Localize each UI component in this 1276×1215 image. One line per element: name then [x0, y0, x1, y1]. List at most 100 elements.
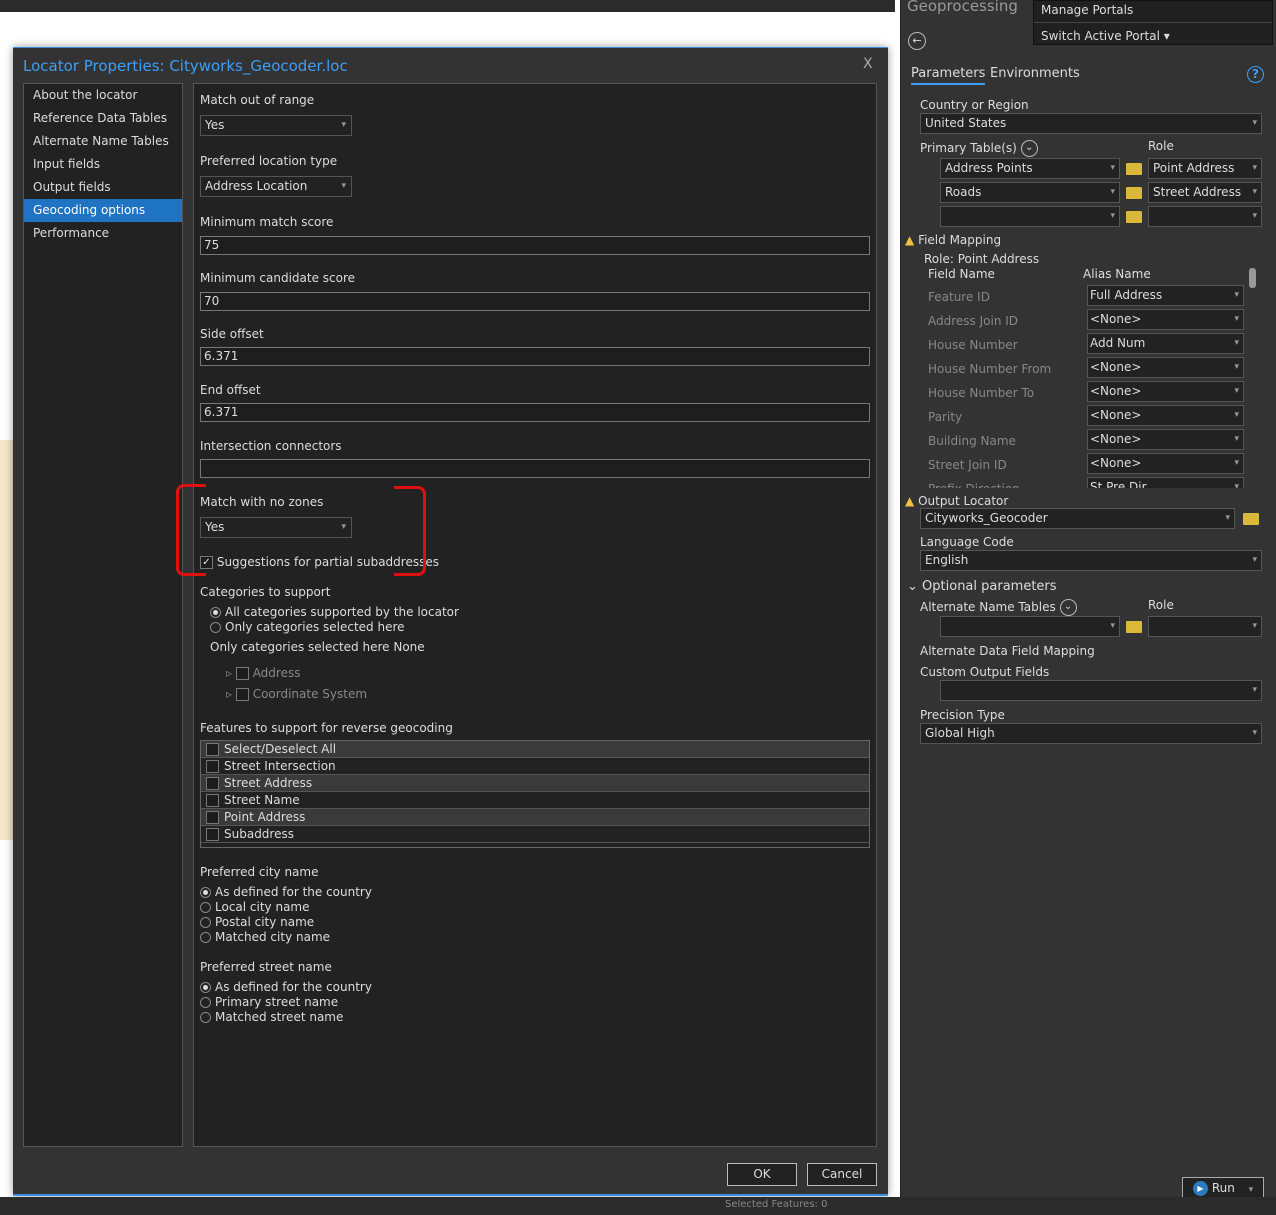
checkbox[interactable] [206, 794, 219, 807]
primary-role-select[interactable] [1148, 206, 1262, 227]
primary-role-select[interactable]: Street Address [1148, 182, 1262, 203]
back-arrow-icon[interactable]: ← [908, 32, 926, 50]
reverse-geocoding-label: Features to support for reverse geocodin… [200, 721, 453, 735]
radio[interactable] [200, 982, 211, 993]
primary-table-select[interactable]: Address Points [940, 158, 1120, 179]
preferred-location-type-select[interactable]: Address Location [200, 176, 352, 197]
radio[interactable] [200, 917, 211, 928]
checkbox[interactable] [206, 760, 219, 773]
fm-field-name: House Number From [928, 362, 1052, 376]
tab-environments[interactable]: Environments [990, 66, 1080, 81]
folder-icon[interactable] [1126, 187, 1142, 199]
nav-performance[interactable]: Performance [24, 222, 182, 245]
fm-alias-select[interactable]: <None> [1087, 429, 1244, 450]
reverse-item[interactable]: Street Address [201, 775, 869, 792]
radio[interactable] [200, 887, 211, 898]
output-locator-input[interactable]: Cityworks_Geocoder [920, 508, 1235, 529]
cancel-button[interactable]: Cancel [807, 1163, 877, 1186]
reverse-item[interactable]: Subaddress [201, 826, 869, 843]
reverse-item[interactable]: Point Address [201, 809, 869, 826]
tree-item-coordinate-system[interactable]: ▹ Coordinate System [226, 687, 367, 701]
primary-role-select[interactable]: Point Address [1148, 158, 1262, 179]
min-match-score-input[interactable]: 75 [200, 236, 870, 255]
street_name-option[interactable]: As defined for the country [200, 980, 372, 995]
nav-geocoding-options[interactable]: Geocoding options [24, 199, 182, 222]
nav-about[interactable]: About the locator [24, 84, 182, 107]
match-out-of-range-select[interactable]: Yes [200, 115, 352, 136]
folder-icon[interactable] [1126, 163, 1142, 175]
chevron-down-icon[interactable]: ⌄ [1059, 599, 1077, 616]
checkbox[interactable] [206, 777, 219, 790]
radio[interactable] [200, 1012, 211, 1023]
nav-input-fields[interactable]: Input fields [24, 153, 182, 176]
close-button[interactable]: X [863, 56, 873, 72]
city_name-option[interactable]: Matched city name [200, 930, 372, 945]
tab-parameters[interactable]: Parameters [911, 66, 986, 85]
end-offset-input[interactable]: 6.371 [200, 403, 870, 422]
field-mapping-scrollbar[interactable] [1247, 252, 1259, 488]
match-no-zones-select[interactable]: Yes [200, 517, 352, 538]
radio[interactable] [200, 902, 211, 913]
locator-properties-dialog: Locator Properties: Cityworks_Geocoder.l… [13, 47, 888, 1196]
chevron-down-icon[interactable]: ⌄ [1020, 140, 1038, 157]
country-select[interactable]: United States [920, 113, 1262, 134]
checkbox[interactable] [206, 743, 219, 756]
fm-alias-select[interactable]: <None> [1087, 357, 1244, 378]
tree-item-address[interactable]: ▹ Address [226, 666, 300, 680]
expand-icon[interactable]: ▹ [226, 687, 232, 701]
fm-field-name: Street Join ID [928, 458, 1007, 472]
optional-parameters-toggle[interactable]: ⌄ Optional parameters [907, 579, 1057, 594]
city_name-option[interactable]: Postal city name [200, 915, 372, 930]
fm-alias-select[interactable]: Full Address [1087, 285, 1244, 306]
nav-reference-tables[interactable]: Reference Data Tables [24, 107, 182, 130]
expand-icon[interactable]: ▹ [226, 666, 232, 680]
alt-table-select[interactable] [940, 616, 1120, 637]
primary-table-select[interactable]: Roads [940, 182, 1120, 203]
play-icon: ▶ [1193, 1181, 1208, 1196]
menu-manage-portals[interactable]: Manage Portals [1034, 1, 1272, 23]
reverse-item[interactable]: Street Name [201, 792, 869, 809]
reverse-item[interactable]: Street Intersection [201, 758, 869, 775]
end-offset-label: End offset [200, 383, 261, 397]
menu-switch-active-portal[interactable]: Switch Active Portal ▾ [1034, 23, 1272, 45]
radio[interactable] [200, 932, 211, 943]
folder-icon[interactable] [1243, 513, 1259, 525]
fm-alias-select[interactable]: <None> [1087, 381, 1244, 402]
nav-alternate-name-tables[interactable]: Alternate Name Tables [24, 130, 182, 153]
field-mapping-header: ▲ Field Mapping [905, 233, 1002, 247]
fm-alias-select[interactable]: <None> [1087, 309, 1244, 330]
fm-alias-select[interactable]: St Pre Dir [1087, 477, 1244, 488]
alt-role-select[interactable] [1148, 616, 1262, 637]
city_name-option[interactable]: Local city name [200, 900, 372, 915]
city_name-option[interactable]: As defined for the country [200, 885, 372, 900]
custom-output-fields-input[interactable] [940, 680, 1262, 701]
fm-alias-select[interactable]: <None> [1087, 405, 1244, 426]
intersection-connectors-input[interactable] [200, 459, 870, 478]
folder-icon[interactable] [1126, 211, 1142, 223]
side-offset-input[interactable]: 6.371 [200, 347, 870, 366]
radio-selected-categories[interactable]: Only categories selected here [210, 620, 405, 635]
reverse-item-label: Subaddress [224, 827, 294, 841]
radio-all-categories[interactable]: All categories supported by the locator [210, 605, 459, 620]
status-bar: Selected Features: 0 [0, 1197, 1276, 1215]
fm-role: Role: Point Address [924, 252, 1040, 266]
fm-alias-select[interactable]: <None> [1087, 453, 1244, 474]
checkbox[interactable] [206, 828, 219, 841]
alt-data-field-mapping-label: Alternate Data Field Mapping [920, 644, 1095, 658]
help-icon[interactable]: ? [1247, 66, 1264, 83]
folder-icon[interactable] [1126, 621, 1142, 633]
street_name-option[interactable]: Matched street name [200, 1010, 372, 1025]
precision-type-select[interactable]: Global High [920, 723, 1262, 744]
street_name-option[interactable]: Primary street name [200, 995, 372, 1010]
radio[interactable] [200, 997, 211, 1008]
min-candidate-score-input[interactable]: 70 [200, 292, 870, 311]
primary-table-select[interactable] [940, 206, 1120, 227]
preferred-location-type-label: Preferred location type [200, 154, 338, 168]
language-select[interactable]: English [920, 550, 1262, 571]
run-dropdown-icon[interactable]: ▾ [1249, 1185, 1254, 1195]
nav-output-fields[interactable]: Output fields [24, 176, 182, 199]
checkbox[interactable] [206, 811, 219, 824]
reverse-item[interactable]: Select/Deselect All [201, 741, 869, 758]
ok-button[interactable]: OK [727, 1163, 797, 1186]
fm-alias-select[interactable]: Add Num [1087, 333, 1244, 354]
